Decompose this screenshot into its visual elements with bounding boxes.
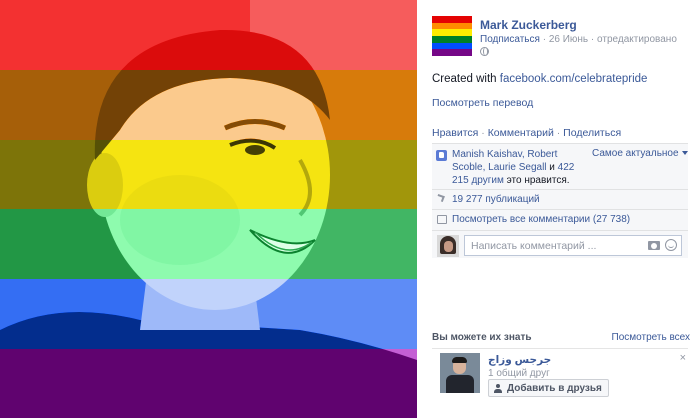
suggestion-name[interactable]: جرجس وزاج — [488, 354, 551, 366]
people-you-may-know: Вы можете их знать Посмотреть всех جرجس … — [432, 330, 688, 402]
viewer-avatar-face — [444, 241, 453, 252]
likers-names[interactable]: Manish Kaishav, Robert Scoble, Laurie Se… — [452, 149, 557, 173]
rainbow-stripe — [0, 0, 417, 70]
comment-sort-dropdown[interactable]: Самое актуальное — [592, 148, 688, 159]
avatar-stripe — [432, 49, 472, 56]
likes-summary: Manish Kaishav, Robert Scoble, Laurie Se… — [432, 148, 688, 186]
see-translation-link[interactable]: Посмотреть перевод — [432, 97, 533, 109]
rainbow-stripe — [0, 209, 417, 279]
viewer-avatar — [437, 235, 459, 257]
likes-and: и — [549, 162, 555, 173]
pymk-title: Вы можете их знать — [432, 332, 532, 343]
share-link[interactable]: Поделиться — [563, 127, 621, 139]
suggestion-card: جرجس وزاج 1 общий друг Добавить в друзья… — [432, 348, 688, 398]
feedback-box: Manish Kaishav, Robert Scoble, Laurie Se… — [432, 143, 688, 258]
suggestion-photo[interactable] — [440, 353, 480, 393]
comment-bubble-icon — [437, 215, 447, 224]
add-friend-button[interactable]: Добавить в друзья — [488, 379, 609, 397]
mutual-friends[interactable]: 1 общий друг — [488, 368, 550, 379]
celebratepride-link[interactable]: facebook.com/celebratepride — [500, 73, 648, 85]
camera-icon[interactable] — [648, 241, 660, 250]
author-name[interactable]: Mark Zuckerberg — [480, 18, 577, 32]
view-all-comments-link[interactable]: Посмотреть все комментарии (27 738) — [452, 214, 630, 225]
globe-icon[interactable] — [480, 47, 489, 56]
comment-link[interactable]: Комментарий — [488, 127, 554, 139]
sort-label: Самое актуальное — [592, 148, 679, 159]
share-arrow-icon — [436, 194, 445, 202]
post-text: Created with facebook.com/celebratepride — [432, 73, 647, 85]
avatar-stripe — [432, 29, 472, 36]
shares-row[interactable]: 19 277 публикаций — [432, 189, 688, 209]
author-avatar[interactable] — [432, 16, 472, 56]
close-icon[interactable]: × — [680, 353, 686, 363]
edited-label[interactable]: отредактировано — [597, 34, 677, 45]
rainbow-stripe — [0, 279, 417, 349]
post-date[interactable]: 26 Июнь — [549, 34, 588, 45]
chevron-down-icon — [682, 151, 688, 155]
avatar-stripe — [432, 43, 472, 50]
thumbs-up-icon — [436, 150, 447, 161]
add-friend-label: Добавить в друзья — [507, 383, 602, 394]
post-side-panel: Mark Zuckerberg Подписаться · 26 Июнь · … — [417, 0, 700, 418]
post-actions: Нравится · Комментарий · Поделиться — [432, 127, 621, 139]
suggestion-photo-body — [446, 375, 474, 393]
post-header: Mark Zuckerberg Подписаться · 26 Июнь · … — [432, 16, 692, 60]
shares-count[interactable]: 19 277 публикаций — [452, 194, 540, 205]
post-text-prefix: Created with — [432, 73, 497, 85]
rainbow-stripe — [0, 70, 417, 140]
likes-text: Manish Kaishav, Robert Scoble, Laurie Se… — [452, 148, 592, 187]
follow-link[interactable]: Подписаться — [480, 34, 540, 45]
avatar-stripe — [432, 36, 472, 43]
likes-suffix: это нравится. — [507, 175, 570, 186]
avatar-stripe — [432, 16, 472, 23]
add-friend-icon — [494, 384, 503, 393]
emoji-icon[interactable] — [665, 239, 677, 251]
post-photo[interactable] — [0, 0, 417, 418]
comment-composer — [432, 230, 688, 259]
rainbow-stripe — [0, 349, 417, 418]
see-all-link[interactable]: Посмотреть всех — [612, 332, 690, 343]
suggestion-photo-hair — [452, 357, 467, 363]
like-link[interactable]: Нравится — [432, 127, 478, 139]
view-comments-row[interactable]: Посмотреть все комментарии (27 738) — [432, 209, 688, 229]
post-meta: Подписаться · 26 Июнь · отредактировано — [480, 34, 677, 45]
avatar-stripe — [432, 23, 472, 30]
rainbow-overlay — [0, 0, 417, 418]
rainbow-stripe — [0, 140, 417, 209]
